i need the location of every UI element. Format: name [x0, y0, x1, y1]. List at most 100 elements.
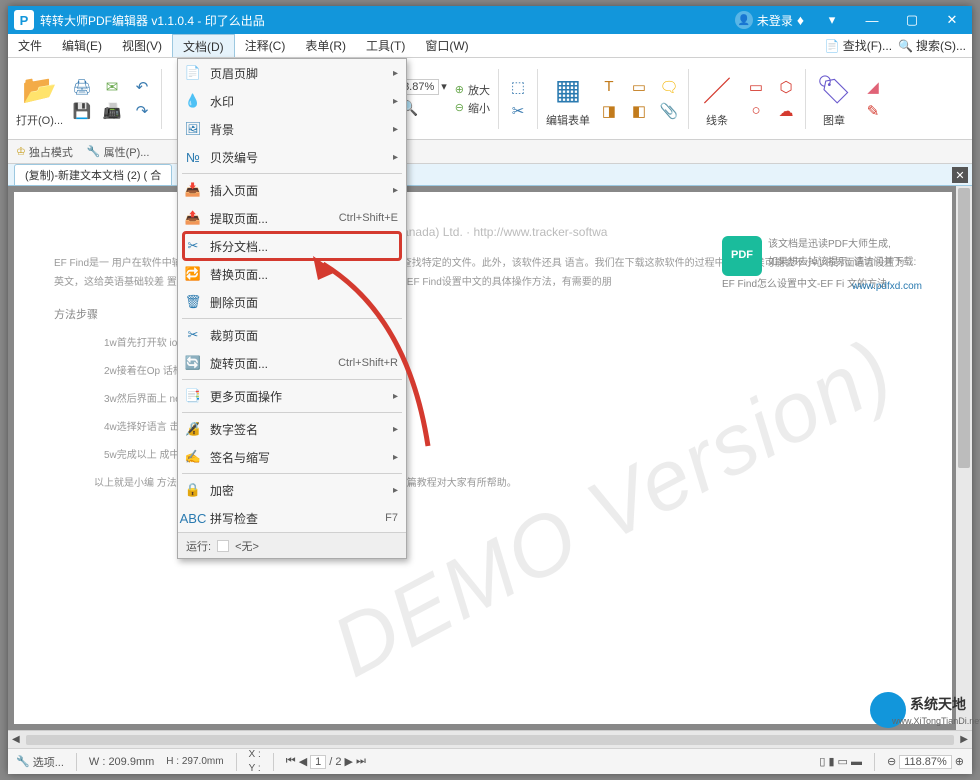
menu-edit[interactable]: 编辑(E)	[52, 34, 112, 57]
run-box-icon	[217, 540, 229, 552]
menu-tools[interactable]: 工具(T)	[356, 34, 415, 57]
menu-item-0[interactable]: 📄页眉页脚▸	[178, 59, 406, 87]
layout-cont-icon[interactable]: ▮	[828, 755, 834, 768]
title-bar: P 转转大师PDF编辑器 v1.1.0.4 - 印了么出品 👤 未登录 ♦ ▾ …	[8, 6, 972, 34]
prev-page-icon[interactable]: ◀	[299, 755, 307, 768]
horizontal-scrollbar[interactable]: ◀ ▶	[8, 730, 972, 748]
lines-button[interactable]: ／ 线条	[697, 70, 737, 128]
menu-item-12[interactable]: 🔄旋转页面...Ctrl+Shift+R	[178, 349, 406, 377]
menu-comment[interactable]: 注释(C)	[235, 34, 296, 57]
next-page-icon[interactable]: ▶	[345, 755, 353, 768]
minus-icon[interactable]: ⊖	[455, 101, 464, 114]
text-icon[interactable]: T	[598, 76, 620, 98]
polygon-icon[interactable]: ⬡	[775, 76, 797, 98]
scroll-right-icon[interactable]: ▶	[960, 734, 968, 745]
find-button[interactable]: 📄查找(F)...	[825, 37, 892, 54]
crop-icon[interactable]: ✂	[507, 100, 529, 122]
close-button[interactable]: ✕	[932, 6, 972, 34]
layout-single-icon[interactable]: ▯	[819, 755, 825, 768]
minimize-button[interactable]: —	[852, 6, 892, 34]
side-link[interactable]: www.pdfxd.com	[852, 278, 922, 296]
zoom-in-icon-sb[interactable]: ⊕	[955, 755, 964, 768]
chevron-right-icon: ▸	[393, 485, 398, 496]
zoom-out-icon[interactable]: ⊖	[887, 755, 896, 768]
menu-item-19[interactable]: 🔒加密▸	[178, 476, 406, 504]
pencil-icon[interactable]: ✎	[862, 100, 884, 122]
attach-icon[interactable]: 📎	[658, 100, 680, 122]
vertical-scrollbar[interactable]	[956, 186, 972, 730]
stamp-button[interactable]: 🏷 图章	[814, 70, 854, 128]
menu-item-5[interactable]: 📥插入页面▸	[178, 176, 406, 204]
chevron-right-icon: ▸	[393, 68, 398, 79]
layout-book-icon[interactable]: ▬	[851, 756, 862, 768]
callout-icon[interactable]: ◧	[628, 100, 650, 122]
maximize-button[interactable]: ▢	[892, 6, 932, 34]
menu-form[interactable]: 表单(R)	[295, 34, 356, 57]
rect-icon[interactable]: ▭	[745, 76, 767, 98]
highlight-icon[interactable]: ◨	[598, 100, 620, 122]
menu-item-17[interactable]: ✍签名与缩写▸	[178, 443, 406, 471]
menu-item-label: 贝茨编号	[210, 149, 385, 166]
cloud-icon[interactable]: ☁	[775, 100, 797, 122]
options-button[interactable]: 🔧选项...	[16, 754, 64, 770]
dropdown-button[interactable]: ▾	[812, 6, 852, 34]
menu-view[interactable]: 视图(V)	[112, 34, 172, 57]
scroll-thumb[interactable]	[958, 188, 970, 468]
menu-item-label: 提取页面...	[210, 210, 331, 227]
menu-item-icon: 📥	[184, 181, 202, 199]
first-page-icon[interactable]: ⏮	[286, 755, 296, 768]
menu-item-3[interactable]: №贝茨编号▸	[178, 143, 406, 171]
menu-item-16[interactable]: 🔏数字签名▸	[178, 415, 406, 443]
page-number-input[interactable]: 1	[310, 755, 326, 769]
scroll-left-icon[interactable]: ◀	[12, 734, 20, 745]
avatar-icon: 👤	[735, 11, 753, 29]
menu-item-icon: 🔏	[184, 420, 202, 438]
crown-icon: ♔	[16, 145, 26, 158]
tab-active[interactable]: (复制)-新建文本文档 (2) ( 合	[14, 164, 172, 185]
save-icon[interactable]: 💾	[71, 100, 93, 122]
redo-icon[interactable]: ↷	[131, 100, 153, 122]
note-icon[interactable]: 🗨	[658, 76, 680, 98]
line-icon: ／	[697, 70, 737, 110]
zoom-dropdown-icon[interactable]: ▾	[441, 80, 447, 93]
last-page-icon[interactable]: ⏭	[356, 755, 366, 768]
menu-window[interactable]: 窗口(W)	[415, 34, 478, 57]
menu-item-label: 拆分文档...	[210, 238, 398, 255]
menu-document[interactable]: 文档(D)	[172, 34, 235, 57]
menu-file[interactable]: 文件	[8, 34, 52, 57]
menu-item-label: 替换页面...	[210, 266, 398, 283]
menu-item-14[interactable]: 📑更多页面操作▸	[178, 382, 406, 410]
menu-item-7[interactable]: ✂拆分文档...	[178, 232, 406, 260]
exclusive-mode-button[interactable]: ♔独占模式	[16, 144, 73, 160]
textbox-icon[interactable]: ▭	[628, 76, 650, 98]
chevron-right-icon: ▸	[393, 424, 398, 435]
eraser-icon[interactable]: ◢	[862, 76, 884, 98]
menu-item-icon: 💧	[184, 92, 202, 110]
menu-item-8[interactable]: 🔁替换页面...	[178, 260, 406, 288]
search-button[interactable]: 🔍搜索(S)...	[898, 37, 966, 54]
undo-icon[interactable]: ↶	[131, 76, 153, 98]
open-button[interactable]: 📂 打开(O)...	[16, 70, 63, 128]
edit-form-button[interactable]: ▦ 编辑表单	[546, 70, 590, 128]
tab-close-button[interactable]: ✕	[952, 167, 968, 183]
zoom-level[interactable]: 118.87%	[899, 755, 952, 769]
mail-icon[interactable]: ✉	[101, 76, 123, 98]
menu-item-1[interactable]: 💧水印▸	[178, 87, 406, 115]
menu-item-6[interactable]: 📤提取页面...Ctrl+Shift+E	[178, 204, 406, 232]
select-icon[interactable]: ⬚	[507, 76, 529, 98]
stamp-icon: 🏷	[814, 70, 854, 110]
menu-item-2[interactable]: 🖼背景▸	[178, 115, 406, 143]
print-icon[interactable]: 🖨	[71, 76, 93, 98]
chevron-right-icon: ▸	[393, 124, 398, 135]
properties-button[interactable]: 🔧属性(P)...	[87, 144, 150, 160]
user-status[interactable]: 👤 未登录 ♦	[727, 11, 812, 29]
layout-facing-icon[interactable]: ▭	[838, 755, 848, 768]
plus-icon[interactable]: ⊕	[455, 83, 464, 96]
app-logo: P	[14, 10, 34, 30]
scan-icon[interactable]: 📠	[101, 100, 123, 122]
menu-item-20[interactable]: ABC拼写检查F7	[178, 504, 406, 532]
menu-item-11[interactable]: ✂裁剪页面	[178, 321, 406, 349]
menu-item-9[interactable]: 🗑删除页面	[178, 288, 406, 316]
page-nav: ⏮ ◀ 1 / 2 ▶ ⏭	[286, 755, 366, 769]
circle-icon[interactable]: ○	[745, 100, 767, 122]
